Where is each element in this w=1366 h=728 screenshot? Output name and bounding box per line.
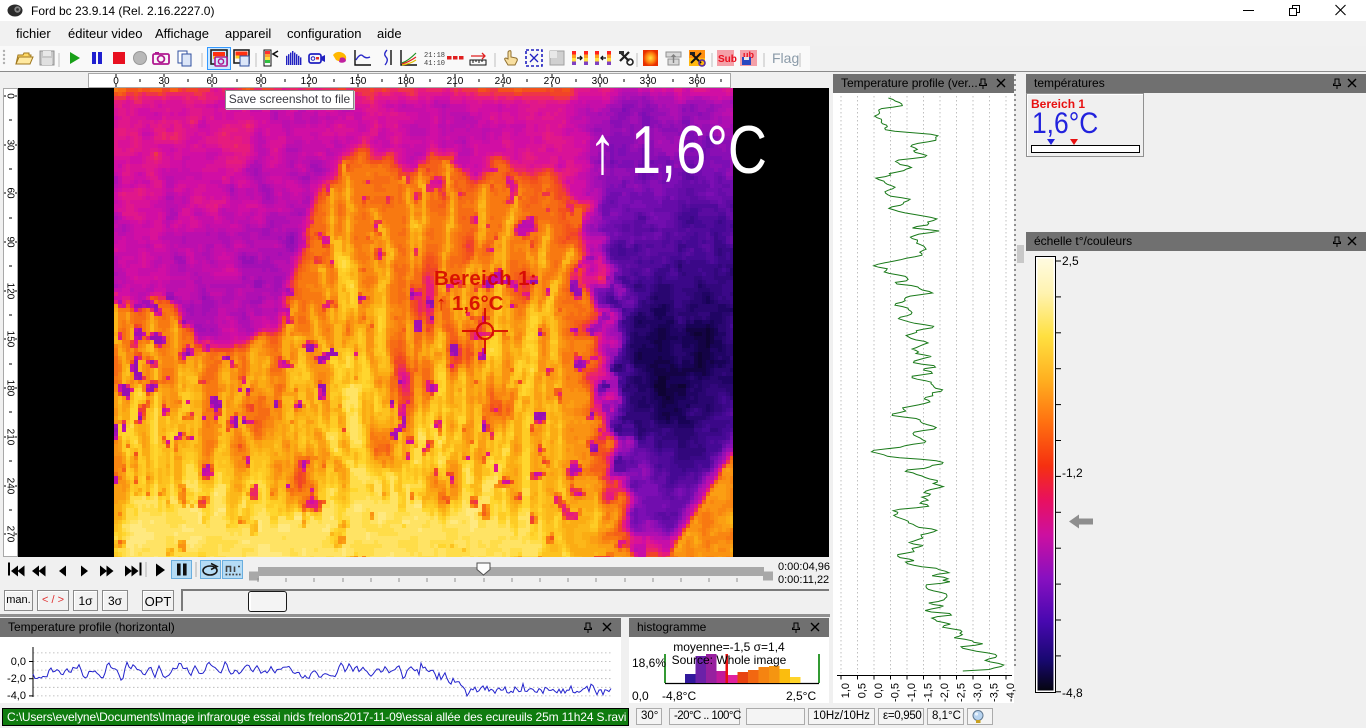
svg-text:Flag: Flag — [772, 50, 799, 66]
svg-text:120: 120 — [5, 283, 16, 300]
svg-text:30: 30 — [5, 139, 16, 151]
svg-text:180: 180 — [5, 380, 16, 397]
svg-text:Sub: Sub — [718, 54, 737, 65]
svg-text:41:10: 41:10 — [424, 60, 445, 68]
svg-text:Bereich 1:: Bereich 1: — [434, 267, 537, 290]
svg-text:↑ 1,6°C: ↑ 1,6°C — [436, 292, 504, 315]
svg-text:60: 60 — [5, 187, 16, 199]
svg-text:270: 270 — [5, 526, 16, 543]
svg-text:210: 210 — [5, 429, 16, 446]
svg-text:240: 240 — [5, 478, 16, 495]
svg-text:150: 150 — [5, 331, 16, 348]
svg-text:90: 90 — [5, 236, 16, 248]
svg-text:0: 0 — [5, 93, 16, 99]
svg-text:21:18: 21:18 — [424, 52, 445, 60]
